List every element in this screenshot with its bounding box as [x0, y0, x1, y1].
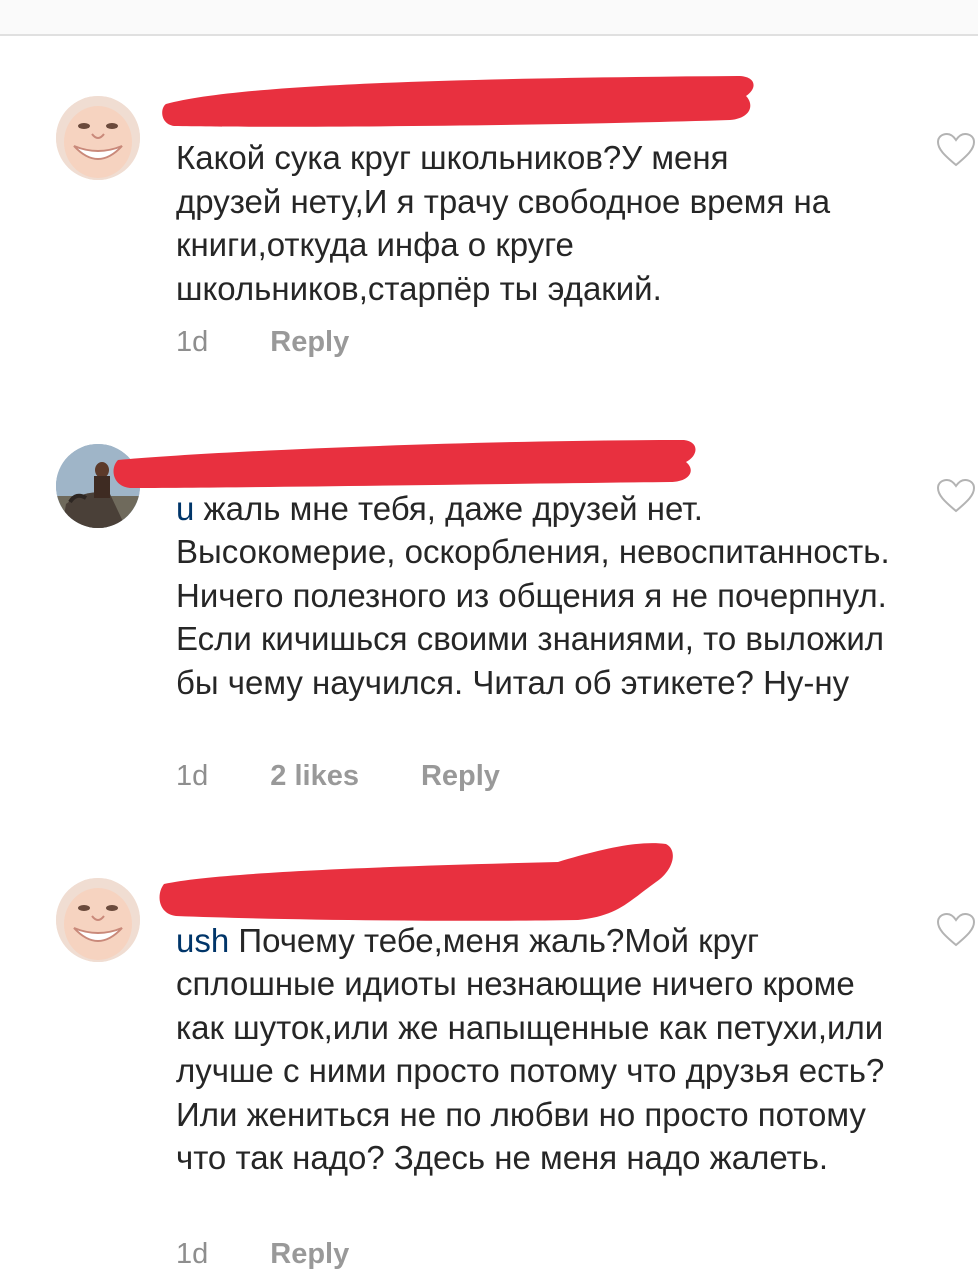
comment-meta: 1d Reply — [176, 1238, 349, 1271]
heart-outline-icon[interactable] — [936, 132, 976, 168]
mentioned-username[interactable]: u — [176, 490, 194, 527]
comment-body: жаль мне тебя, даже друзей нет. Высокоме… — [176, 489, 890, 701]
reply-button[interactable]: Reply — [270, 1238, 349, 1271]
redaction-mark — [162, 76, 754, 127]
heart-outline-icon[interactable] — [936, 912, 976, 948]
comment-time: 1d — [176, 1238, 209, 1270]
comment-meta: 1d Reply — [176, 326, 349, 359]
comment-text: Какой сука круг школьников?У меня друзей… — [176, 139, 831, 307]
comment-time: 1d — [176, 326, 209, 358]
top-bar — [0, 0, 978, 36]
reply-button[interactable]: Reply — [421, 760, 500, 793]
comment-text: ush Почему тебе,меня жаль?Мой круг сплош… — [176, 875, 886, 1180]
reply-button[interactable]: Reply — [270, 326, 349, 359]
comment-time: 1d — [176, 760, 209, 792]
mentioned-username[interactable]: ush — [176, 922, 229, 959]
comment-meta: 1d 2 likes Reply — [176, 760, 500, 793]
heart-outline-icon[interactable] — [936, 478, 976, 514]
avatar[interactable] — [56, 444, 140, 528]
comment-text: u жаль мне тебя, даже друзей нет. Высоко… — [176, 443, 896, 704]
avatar[interactable] — [56, 878, 140, 962]
avatar[interactable] — [56, 96, 140, 180]
comment-body: Почему тебе,меня жаль?Мой круг сплошные … — [176, 921, 885, 1177]
likes-count[interactable]: 2 likes — [270, 760, 359, 793]
